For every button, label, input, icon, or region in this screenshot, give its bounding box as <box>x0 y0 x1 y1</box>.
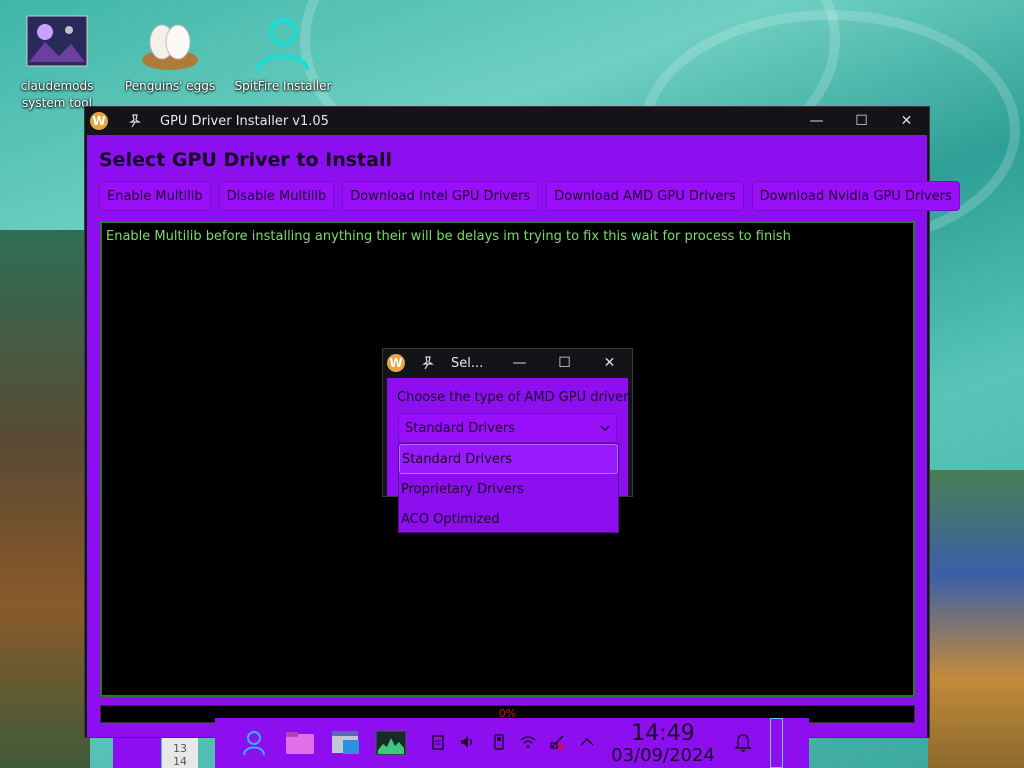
wallpaper-thumbnail-icon <box>25 12 89 76</box>
download-intel-drivers-button[interactable]: Download Intel GPU Drivers <box>342 181 539 211</box>
desktop-icon-spitfire-installer[interactable]: SpitFire Installer <box>233 12 333 95</box>
clock-time: 14:49 <box>631 721 695 746</box>
window-title: GPU Driver Installer v1.05 <box>160 113 329 129</box>
background-window-strip <box>113 738 161 768</box>
minimize-button[interactable]: — <box>497 355 542 371</box>
background-line-numbers: 13 14 <box>162 738 198 768</box>
option-proprietary-drivers[interactable]: Proprietary Drivers <box>399 474 618 504</box>
pin-icon[interactable] <box>128 114 142 128</box>
clock-date: 03/09/2024 <box>611 745 715 766</box>
download-amd-drivers-button[interactable]: Download AMD GPU Drivers <box>546 181 744 211</box>
clipboard-icon[interactable] <box>430 734 446 750</box>
option-standard-drivers[interactable]: Standard Drivers <box>399 444 618 474</box>
dialog-title: Sel... <box>451 355 484 371</box>
desktop-icon-penguins-eggs[interactable]: Penguins' eggs <box>120 12 220 95</box>
user-menu-icon[interactable] <box>242 730 266 756</box>
wallpaper-right-art <box>928 470 1024 768</box>
line-number: 13 <box>173 742 187 755</box>
disable-multilib-button[interactable]: Disable Multilib <box>218 181 335 211</box>
chevron-down-icon <box>600 425 610 431</box>
user-icon <box>251 12 315 76</box>
show-desktop-button[interactable] <box>770 718 783 768</box>
window-app-icon[interactable] <box>331 730 361 756</box>
volume-icon[interactable] <box>459 734 475 750</box>
taskbar: 14:49 03/09/2024 <box>215 718 809 768</box>
desktop-icon-label: SpitFire Installer <box>234 79 332 93</box>
page-title: Select GPU Driver to Install <box>99 149 392 171</box>
app-logo-icon: W <box>387 354 405 372</box>
pin-icon[interactable] <box>421 356 435 370</box>
usb-icon[interactable] <box>491 734 507 750</box>
network-disconnected-icon[interactable] <box>549 734 565 750</box>
file-manager-icon[interactable] <box>285 731 315 755</box>
dialog-titlebar[interactable]: W Sel... — ☐ ✕ <box>383 349 632 377</box>
driver-type-dropdown-list: Standard Drivers Proprietary Drivers ACO… <box>398 443 619 533</box>
taskbar-clock[interactable]: 14:49 03/09/2024 <box>608 721 718 766</box>
chevron-up-icon[interactable] <box>579 734 595 750</box>
maximize-button[interactable]: ☐ <box>839 113 884 129</box>
line-number: 14 <box>173 755 187 768</box>
wifi-icon[interactable] <box>520 734 536 750</box>
wallpaper-left-art <box>0 230 90 768</box>
maximize-button[interactable]: ☐ <box>542 355 587 371</box>
minimize-button[interactable]: — <box>794 113 839 129</box>
option-aco-optimized[interactable]: ACO Optimized <box>399 504 618 534</box>
window-titlebar[interactable]: W GPU Driver Installer v1.05 — ☐ ✕ <box>85 107 929 135</box>
app-logo-icon: W <box>90 112 108 130</box>
download-nvidia-drivers-button[interactable]: Download Nvidia GPU Drivers <box>751 181 960 211</box>
system-monitor-icon[interactable] <box>375 730 407 756</box>
desktop-icon-claudemods[interactable]: claudemods system tool <box>7 12 107 112</box>
close-button[interactable]: ✕ <box>884 113 929 129</box>
enable-multilib-button[interactable]: Enable Multilib <box>99 181 211 211</box>
notifications-bell-icon[interactable] <box>733 733 753 753</box>
driver-type-label: Choose the type of AMD GPU driver: <box>397 390 633 405</box>
desktop-icon-label: Penguins' eggs <box>124 79 216 93</box>
eggs-icon <box>138 12 202 76</box>
driver-type-select[interactable]: Standard Drivers <box>398 413 617 443</box>
close-button[interactable]: ✕ <box>587 355 632 371</box>
selected-value: Standard Drivers <box>405 420 516 436</box>
console-message: Enable Multilib before installing anythi… <box>106 229 791 244</box>
action-buttons: Enable Multilib Disable Multilib Downloa… <box>99 181 960 211</box>
